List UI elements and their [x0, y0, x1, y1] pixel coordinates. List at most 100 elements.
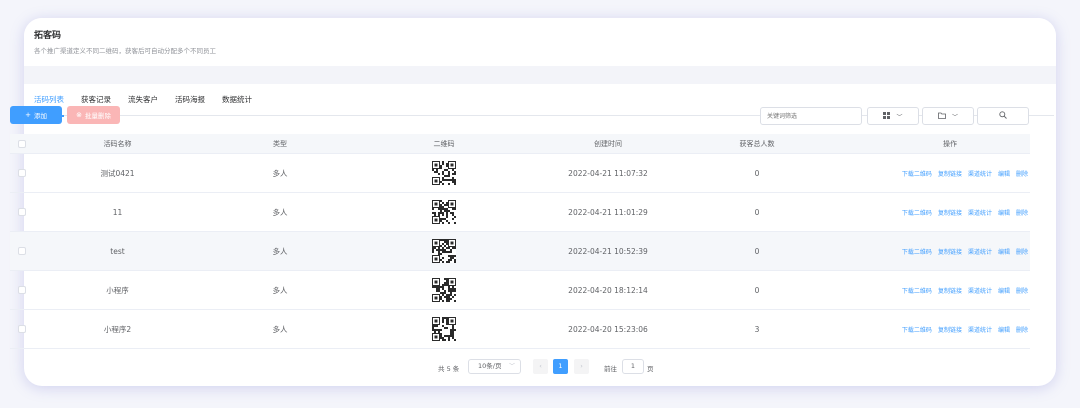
folder-dropdown[interactable]: ﹀	[922, 107, 974, 125]
page-size-value: 10条/页	[478, 362, 502, 370]
cell-qrcode	[359, 317, 529, 341]
copy-link-link[interactable]: 复制链接	[938, 247, 962, 256]
channel-stats-link[interactable]: 渠道统计	[968, 247, 992, 256]
delete-link[interactable]: 删除	[1016, 208, 1028, 217]
chevron-down-icon: ﹀	[951, 113, 958, 121]
page-size-select[interactable]: 10条/页 ﹀	[468, 359, 521, 374]
download-qrcode-link[interactable]: 下载二维码	[902, 208, 932, 217]
edit-link[interactable]: 编辑	[998, 247, 1010, 256]
channel-stats-link[interactable]: 渠道统计	[968, 208, 992, 217]
column-header-name: 活码名称	[103, 139, 132, 148]
goto-page-input[interactable]: 1	[622, 359, 644, 374]
live-code-table: 活码名称 类型 二维码 创建时间 获客总人数 操作 测试0421 多人 2022…	[10, 134, 1030, 349]
download-qrcode-link[interactable]: 下载二维码	[902, 247, 932, 256]
edit-link[interactable]: 编辑	[998, 286, 1010, 295]
grid-icon	[883, 111, 891, 121]
copy-link-link[interactable]: 复制链接	[938, 208, 962, 217]
folder-icon	[938, 112, 946, 121]
cell-name: 小程序2	[103, 324, 132, 334]
page-subtitle: 各个推广渠道定义不同二维码，获客后可自动分配多个不同员工	[34, 47, 216, 55]
cell-created: 2022-04-20 18:12:14	[568, 285, 648, 295]
cell-name: 测试0421	[100, 168, 135, 178]
cell-count: 0	[754, 246, 760, 256]
page-header: 拓客码 各个推广渠道定义不同二维码，获客后可自动分配多个不同员工	[24, 18, 1056, 66]
cell-type: 多人	[272, 285, 288, 295]
plus-icon: +	[25, 111, 31, 119]
channel-stats-link[interactable]: 渠道统计	[968, 286, 992, 295]
delete-link[interactable]: 删除	[1016, 169, 1028, 178]
row-checkbox[interactable]	[18, 286, 26, 294]
tab-lost-customers[interactable]: 流失客户	[128, 84, 158, 116]
row-check-cell	[10, 208, 34, 216]
cell-created: 2022-04-21 10:52:39	[568, 246, 648, 256]
delete-icon: ⊗	[76, 111, 82, 119]
cell-name: 小程序	[106, 285, 129, 295]
column-header-type: 类型	[273, 139, 287, 148]
qr-code-image[interactable]	[432, 239, 456, 263]
qr-code-image[interactable]	[432, 278, 456, 302]
cell-actions: 下载二维码 复制链接 渠道统计 编辑 删除	[812, 286, 1030, 295]
table-row: test 多人 2022-04-21 10:52:39 0 下载二维码 复制链接…	[10, 232, 1030, 271]
tab-live-code-posters[interactable]: 活码海报	[175, 84, 205, 116]
download-qrcode-link[interactable]: 下载二维码	[902, 325, 932, 334]
batch-delete-button[interactable]: ⊗ 批量删除	[67, 106, 120, 124]
cell-qrcode	[359, 161, 529, 185]
cell-qrcode	[359, 278, 529, 302]
column-header-count: 获客总人数	[739, 139, 775, 148]
table-row: 11 多人 2022-04-21 11:01:29 0 下载二维码 复制链接 渠…	[10, 193, 1030, 232]
column-header-actions: 操作	[812, 139, 1030, 149]
delete-link[interactable]: 删除	[1016, 286, 1028, 295]
download-qrcode-link[interactable]: 下载二维码	[902, 169, 932, 178]
table-row: 小程序2 多人 2022-04-20 15:23:06 3 下载二维码 复制链接…	[10, 310, 1030, 349]
keyword-filter-input[interactable]	[760, 107, 862, 125]
row-checkbox[interactable]	[18, 208, 26, 216]
pagination: 共 5 条 10条/页 ﹀ ‹ 1 › 前往 1 页	[0, 358, 1080, 378]
delete-link[interactable]: 删除	[1016, 325, 1028, 334]
cell-type: 多人	[272, 168, 288, 178]
cell-created: 2022-04-21 11:01:29	[568, 207, 648, 217]
view-toggle-dropdown[interactable]: ﹀	[867, 107, 919, 125]
qr-code-image[interactable]	[432, 161, 456, 185]
cell-created: 2022-04-21 11:07:32	[568, 168, 648, 178]
qr-code-image[interactable]	[432, 317, 456, 341]
channel-stats-link[interactable]: 渠道统计	[968, 169, 992, 178]
edit-link[interactable]: 编辑	[998, 325, 1010, 334]
next-page-button[interactable]: ›	[574, 359, 589, 374]
edit-link[interactable]: 编辑	[998, 208, 1010, 217]
page-suffix-label: 页	[647, 365, 654, 373]
row-check-cell	[10, 325, 34, 333]
row-check-cell	[10, 286, 34, 294]
search-button[interactable]	[977, 107, 1029, 125]
channel-stats-link[interactable]: 渠道统计	[968, 325, 992, 334]
cell-qrcode	[359, 239, 529, 263]
cell-type: 多人	[272, 246, 288, 256]
copy-link-link[interactable]: 复制链接	[938, 286, 962, 295]
cell-count: 3	[754, 324, 760, 334]
tab-data-statistics[interactable]: 数据统计	[222, 84, 252, 116]
prev-page-button[interactable]: ‹	[533, 359, 548, 374]
copy-link-link[interactable]: 复制链接	[938, 325, 962, 334]
chevron-down-icon: ﹀	[508, 363, 515, 370]
qr-code-image[interactable]	[432, 200, 456, 224]
cell-count: 0	[754, 207, 760, 217]
cell-name: test	[110, 246, 125, 256]
search-icon	[999, 111, 1007, 121]
cell-actions: 下载二维码 复制链接 渠道统计 编辑 删除	[812, 325, 1030, 334]
table-header: 活码名称 类型 二维码 创建时间 获客总人数 操作	[10, 134, 1030, 154]
cell-created: 2022-04-20 15:23:06	[568, 324, 648, 334]
download-qrcode-link[interactable]: 下载二维码	[902, 286, 932, 295]
edit-link[interactable]: 编辑	[998, 169, 1010, 178]
add-button[interactable]: + 添加	[10, 106, 62, 124]
pagination-total: 共 5 条	[438, 365, 460, 373]
cell-name: 11	[112, 207, 123, 217]
delete-link[interactable]: 删除	[1016, 247, 1028, 256]
cell-actions: 下载二维码 复制链接 渠道统计 编辑 删除	[812, 208, 1030, 217]
select-all-checkbox[interactable]	[18, 139, 26, 148]
row-checkbox[interactable]	[18, 247, 26, 255]
row-check-cell	[10, 169, 34, 177]
row-checkbox[interactable]	[18, 325, 26, 333]
copy-link-link[interactable]: 复制链接	[938, 169, 962, 178]
cell-type: 多人	[272, 207, 288, 217]
row-checkbox[interactable]	[18, 169, 26, 177]
page-number-current[interactable]: 1	[553, 359, 568, 374]
